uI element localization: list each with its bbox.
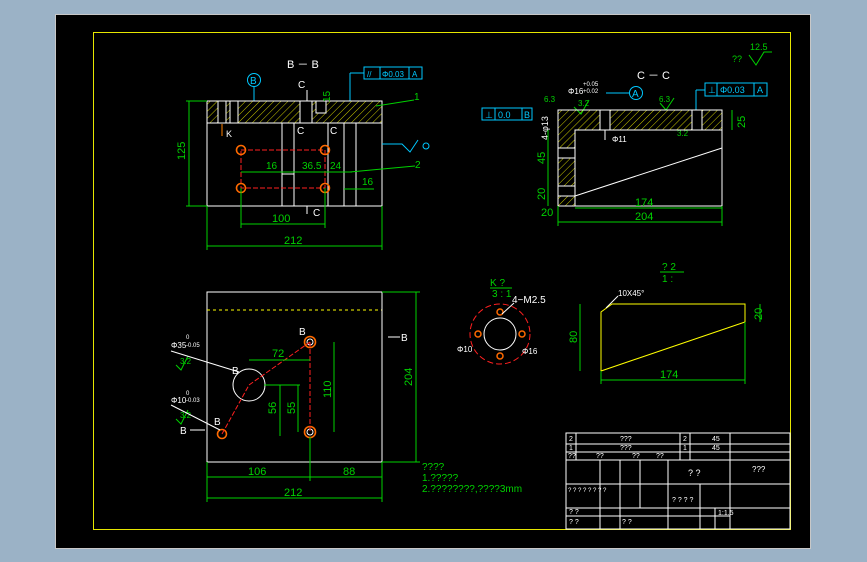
bb-dim-24: 24 <box>330 161 342 172</box>
detail-k-thread-note: 4−M2.5 <box>512 295 546 306</box>
detail-k-outer-dia: Φ16 <box>522 347 538 356</box>
cc-small-hole: Φ11 <box>612 135 627 144</box>
detail-rib-chamfer: 10X45° <box>618 289 644 298</box>
cc-dim-204: 204 <box>635 211 653 223</box>
bb-tol-value: Φ0.03 <box>382 70 405 79</box>
notes-title: ???? <box>422 462 445 473</box>
plan-dim-56: 56 <box>267 402 279 414</box>
bb-dim-16a: 16 <box>266 161 278 172</box>
tb-r3-c2: ?? <box>596 453 604 460</box>
roughness-label: ?? <box>732 54 742 64</box>
cc-perp-left-value: 0.0 <box>498 110 511 120</box>
plan-dim-212: 212 <box>284 487 302 499</box>
plan-hole-b-tol-lower: -0.03 <box>186 398 200 404</box>
cc-rough-b: 3.2 <box>578 99 590 108</box>
cc-perp-left-symbol: ⊥ <box>485 110 493 120</box>
plan-dim-106: 106 <box>248 466 266 478</box>
bb-title: B － B <box>287 59 319 71</box>
detail-rib-title: ? 2 <box>662 262 676 273</box>
tb-r2-c1: 1 <box>569 445 573 452</box>
plan-marker-b3: B <box>214 417 221 428</box>
tb-r1-c2: ??? <box>620 436 632 443</box>
tb-scale: 1:1.5 <box>718 510 734 517</box>
detail-k-scale: 3 : 1 <box>492 289 512 300</box>
tb-left-row2: ? ? <box>569 519 579 526</box>
cc-hole-tol-upper: +0.05 <box>583 82 599 88</box>
tb-r3-c4: ?? <box>656 453 664 460</box>
tb-r1-c1: 2 <box>569 436 573 443</box>
plan-hole-a-rough: 3.2 <box>180 357 192 366</box>
cc-hole-tol-lower: +0.02 <box>583 89 599 95</box>
detail-rib-dim-20: 20 <box>753 308 765 320</box>
cc-dim-25: 25 <box>736 116 748 128</box>
notes-line1: 1.????? <box>422 473 459 484</box>
bb-cut-c-top: C <box>298 80 305 91</box>
bb-tol-symbol: // <box>367 70 372 79</box>
cc-perp-right-symbol: ⊥ <box>708 85 716 95</box>
tb-drawing-code: ??? <box>752 465 766 474</box>
cc-perp-right-datum: A <box>757 85 763 95</box>
tb-r1-c3: 2 <box>683 436 687 443</box>
tb-r2-c4: 45 <box>712 445 720 452</box>
bb-dim-100: 100 <box>272 213 290 225</box>
plan-hole-a-spec: Φ35 <box>171 341 187 350</box>
plan-hole-a-tol-lower: -0.05 <box>186 343 200 349</box>
plan-dim-72: 72 <box>272 348 284 360</box>
bb-leader-2: 2 <box>415 160 421 171</box>
detail-k-inner-dia: Φ10 <box>457 345 473 354</box>
plan-dim-55: 55 <box>286 402 298 414</box>
bb-cut-c-mid: C <box>297 126 304 137</box>
bb-dim-15: 15 <box>322 90 333 102</box>
detail-rib-scale: 1 : <box>662 274 673 285</box>
cc-hole-spec: Φ16 <box>568 87 584 96</box>
tb-r2-c2: ??? <box>620 445 632 452</box>
plan-dim-110: 110 <box>322 380 334 398</box>
detail-k-title: K ? <box>490 278 505 289</box>
tb-r3-c1: ?? <box>568 453 576 460</box>
tb-r1-c4: 45 <box>712 436 720 443</box>
cad-drawing-canvas: B － B B // Φ0.03 A C C C C K 1 2 125 15 … <box>55 14 811 549</box>
cc-dim-20b: 20 <box>541 207 553 219</box>
bb-cut-c-bottom: C <box>313 208 320 219</box>
tb-drawing-name: ? ? <box>688 468 701 478</box>
detail-rib-dim-80: 80 <box>568 331 580 343</box>
cc-datum-a-label: A <box>632 89 639 100</box>
bb-leader-1: 1 <box>414 92 420 103</box>
bb-arrow-k: K <box>226 129 232 139</box>
cc-dim-174: 174 <box>635 197 653 209</box>
plan-marker-b5: B <box>401 333 408 344</box>
cc-perp-left-datum: B <box>524 110 530 120</box>
plan-dim-204: 204 <box>403 368 415 386</box>
cc-rough-c: 6.3 <box>659 95 671 104</box>
bb-dim-212: 212 <box>284 235 302 247</box>
roughness-value: 12.5 <box>750 42 768 52</box>
tb-left-row3: ? ? <box>622 519 632 526</box>
bb-dim-36-5: 36.5 <box>302 161 322 172</box>
bb-tol-datum: A <box>412 70 418 79</box>
cc-dim-20a: 20 <box>536 188 548 200</box>
bb-dim-16b: 16 <box>362 177 374 188</box>
bb-cut-c-mid2: C <box>330 126 337 137</box>
tb-weight-row: ? ? ? ? <box>672 497 694 504</box>
tb-r2-c3: 1 <box>683 445 687 452</box>
plan-marker-b4: B <box>180 426 187 437</box>
tb-left-row1: ? ? <box>569 509 579 516</box>
tb-r3-c3: ?? <box>632 453 640 460</box>
bb-dim-height: 125 <box>176 142 188 160</box>
plan-hole-b-spec: Φ10 <box>171 396 187 405</box>
cc-rough-a: 6.3 <box>544 95 556 104</box>
cc-dim-45: 45 <box>536 152 548 164</box>
bb-section-marker-label: B <box>250 76 257 87</box>
notes-line2: 2.????????,????3mm <box>422 484 522 495</box>
plan-marker-b1: B <box>299 327 306 338</box>
cc-perp-right-value: Φ0.03 <box>720 85 745 95</box>
plan-dim-88: 88 <box>343 466 355 478</box>
detail-rib-dim-174: 174 <box>660 369 678 381</box>
cc-title: C － C <box>637 70 670 82</box>
tb-material-row: ? ? ? ? ? ? ? ? <box>568 488 607 494</box>
